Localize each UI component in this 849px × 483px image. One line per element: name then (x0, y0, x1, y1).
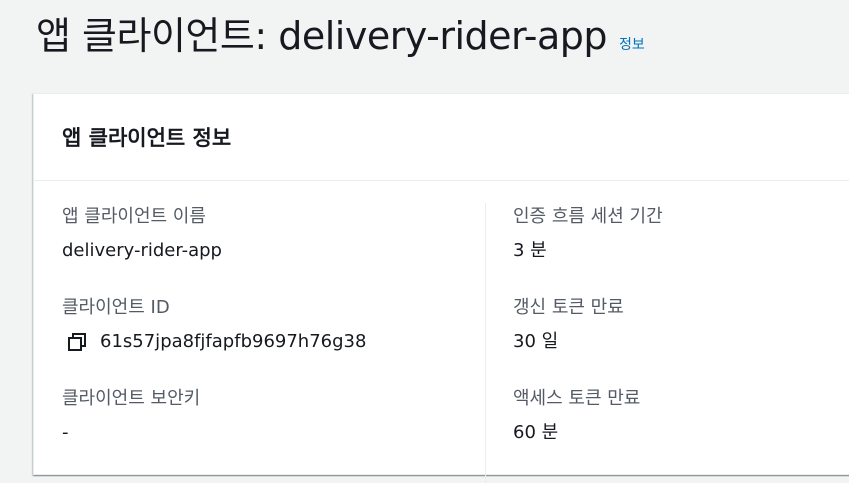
info-link[interactable]: 정보 (619, 34, 645, 54)
field-value: 3 분 (513, 239, 663, 263)
panel-header: 앱 클라이언트 정보 (34, 94, 849, 181)
field-label: 클라이언트 ID (62, 297, 170, 318)
field-value: 60 분 (513, 421, 663, 445)
left-column: 앱 클라이언트 이름 delivery-rider-app 클라이언트 ID 6… (62, 205, 366, 478)
copy-icon[interactable] (66, 331, 88, 353)
panel-title: 앱 클라이언트 정보 (62, 126, 232, 150)
app-client-name-value: delivery-rider-app (62, 240, 222, 261)
panel-body: 앱 클라이언트 이름 delivery-rider-app 클라이언트 ID 6… (34, 181, 849, 483)
column-divider (485, 203, 486, 483)
field-label: 갱신 토큰 만료 (513, 297, 624, 318)
field-value: 30 일 (513, 330, 663, 354)
auth-flow-session-value: 3 분 (513, 240, 547, 261)
field-client-secret: 클라이언트 보안키 - (62, 387, 366, 478)
client-id-value: 61s57jpa8fjfapfb9697h76g38 (100, 331, 367, 352)
field-value: 61s57jpa8fjfapfb9697h76g38 (62, 330, 366, 354)
field-label: 클라이언트 보안키 (62, 388, 201, 409)
right-column: 인증 흐름 세션 기간 3 분 갱신 토큰 만료 30 일 액세스 토큰 만료 … (513, 205, 663, 478)
field-app-client-name: 앱 클라이언트 이름 delivery-rider-app (62, 205, 366, 296)
field-auth-flow-session-duration: 인증 흐름 세션 기간 3 분 (513, 205, 663, 296)
field-label: 인증 흐름 세션 기간 (513, 206, 663, 227)
page-header: 앱 클라이언트: delivery-rider-app 정보 (36, 8, 645, 64)
field-value: delivery-rider-app (62, 239, 366, 263)
access-token-value: 60 분 (513, 422, 559, 443)
field-access-token-expiration: 액세스 토큰 만료 60 분 (513, 387, 663, 478)
page-title: 앱 클라이언트: delivery-rider-app (36, 14, 607, 58)
field-value: - (62, 421, 366, 445)
client-secret-value: - (62, 422, 69, 443)
field-label: 앱 클라이언트 이름 (62, 206, 206, 227)
field-client-id: 클라이언트 ID 61s57jpa8fjfapfb9697h76g38 (62, 296, 366, 387)
refresh-token-value: 30 일 (513, 331, 559, 352)
field-refresh-token-expiration: 갱신 토큰 만료 30 일 (513, 296, 663, 387)
app-client-info-panel: 앱 클라이언트 정보 앱 클라이언트 이름 delivery-rider-app… (33, 93, 849, 483)
field-label: 액세스 토큰 만료 (513, 388, 641, 409)
